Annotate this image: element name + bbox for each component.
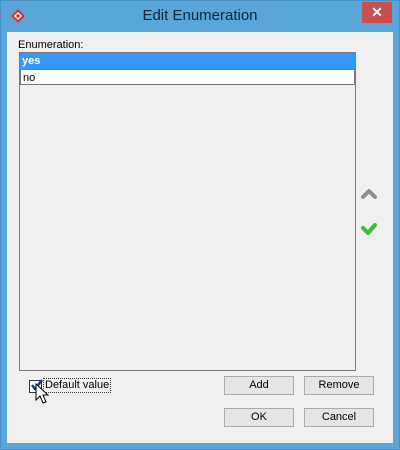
- check-icon[interactable]: [360, 220, 378, 238]
- dialog-window: Edit Enumeration ✕ Enumeration: yes no D…: [0, 0, 400, 450]
- list-item[interactable]: yes: [20, 53, 355, 69]
- title-bar[interactable]: Edit Enumeration ✕: [1, 1, 399, 31]
- list-item-label: yes: [22, 55, 41, 67]
- add-button[interactable]: Add: [224, 376, 294, 395]
- close-button[interactable]: ✕: [362, 2, 392, 23]
- enumeration-label: Enumeration:: [18, 39, 84, 51]
- default-value-label[interactable]: Default value: [43, 378, 112, 393]
- close-icon: ✕: [371, 4, 383, 20]
- mouse-cursor-icon: [35, 383, 49, 404]
- list-item[interactable]: no: [20, 69, 355, 85]
- arrow-up-icon[interactable]: [360, 185, 378, 203]
- remove-button[interactable]: Remove: [304, 376, 374, 395]
- enumeration-list[interactable]: yes no: [19, 52, 356, 371]
- window-title: Edit Enumeration: [142, 7, 258, 24]
- dialog-body: Enumeration: yes no Default value Add Re…: [7, 32, 393, 443]
- cancel-button[interactable]: Cancel: [304, 408, 374, 427]
- ok-button[interactable]: OK: [224, 408, 294, 427]
- list-item-label: no: [23, 72, 36, 84]
